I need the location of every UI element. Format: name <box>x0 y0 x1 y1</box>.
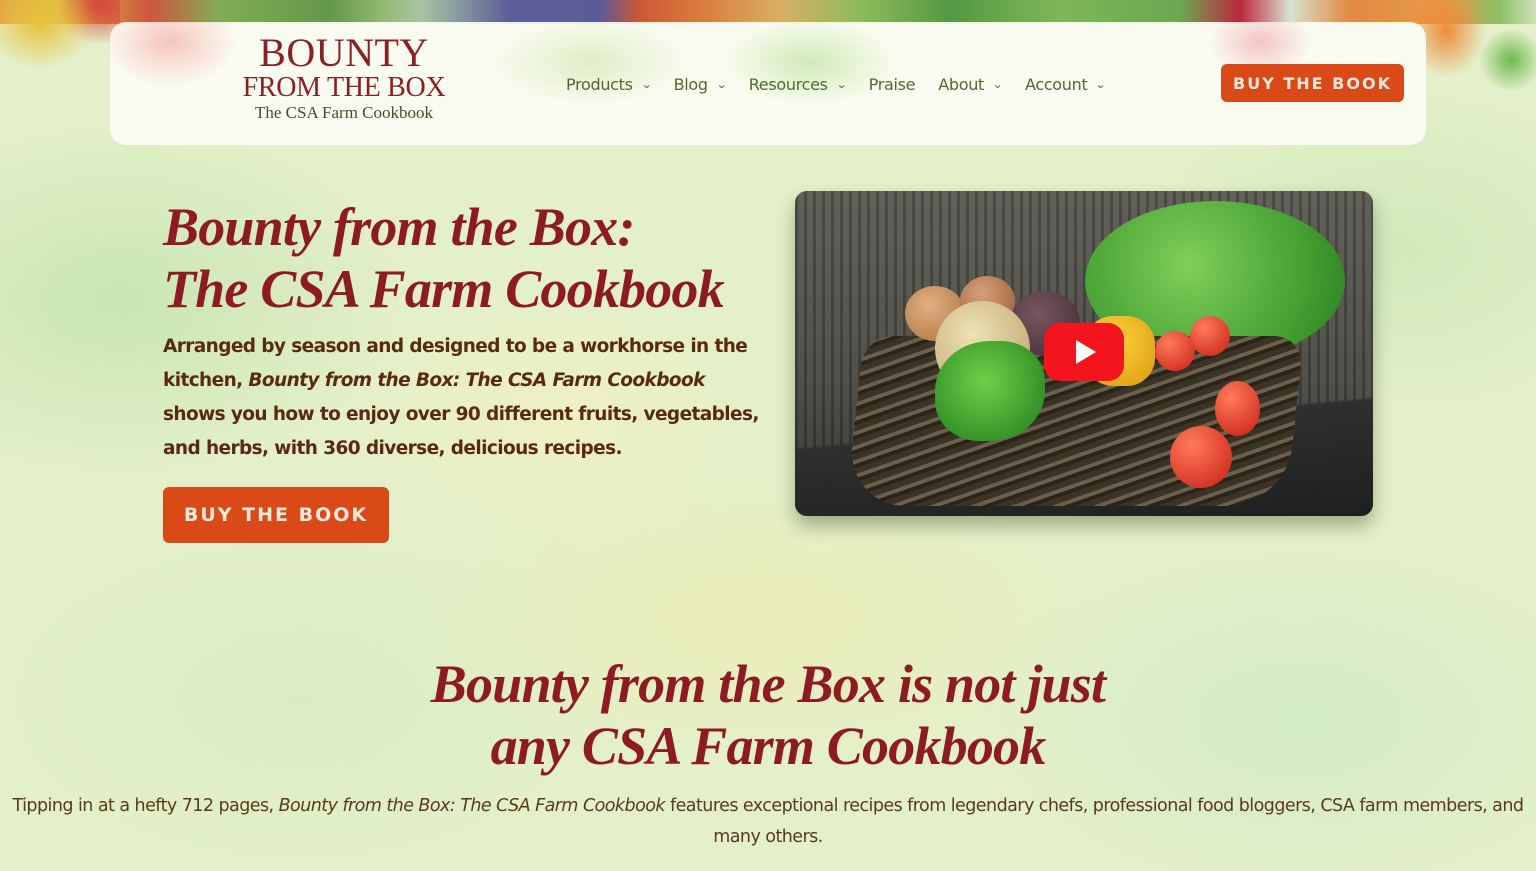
section-text-part1: Tipping in at a hefty 712 pages, <box>12 796 279 816</box>
logo-tagline: The CSA Farm Cookbook <box>254 103 434 122</box>
section-text-book-title: Bounty from the Box: The CSA Farm Cookbo… <box>278 796 666 816</box>
section-title-line1: Bounty from the Box is not just <box>430 654 1106 714</box>
nav-label: Praise <box>868 74 916 94</box>
chevron-down-icon: ⌄ <box>640 77 652 91</box>
nav-item-blog[interactable]: Blog ⌄ <box>673 72 727 96</box>
chevron-down-icon: ⌄ <box>715 77 727 91</box>
nav-item-praise[interactable]: Praise <box>869 72 916 96</box>
youtube-play-icon[interactable] <box>1044 323 1124 381</box>
video-thumbnail-mint <box>935 341 1045 441</box>
section-title-line2: any CSA Farm Cookbook <box>490 716 1047 776</box>
video-thumbnail-tomato <box>1155 331 1195 371</box>
hero-title-line1: Bounty from the Box: <box>163 197 635 257</box>
video-thumbnail-tomato <box>1215 381 1260 436</box>
chevron-down-icon: ⌄ <box>835 77 847 91</box>
video-player[interactable] <box>795 191 1373 516</box>
nav-label: Account <box>1024 74 1088 94</box>
nav-item-products[interactable]: Products ⌄ <box>566 72 652 96</box>
logo-line-from-the-box: FROM THE BOX <box>242 72 446 103</box>
main-nav: Products ⌄ Blog ⌄ Resources ⌄ Praise Abo… <box>566 72 1128 96</box>
decorative-fruit-left <box>0 0 120 80</box>
chevron-down-icon: ⌄ <box>992 77 1003 91</box>
watercolor-banner <box>0 0 1536 24</box>
nav-item-about[interactable]: About ⌄ <box>938 72 1003 96</box>
nav-item-account[interactable]: Account ⌄ <box>1024 72 1107 96</box>
section-description: Tipping in at a hefty 712 pages, Bounty … <box>0 791 1536 853</box>
video-thumbnail-tomato <box>1190 316 1230 356</box>
hero-title: Bounty from the Box: The CSA Farm Cookbo… <box>163 196 763 320</box>
nav-item-resources[interactable]: Resources ⌄ <box>748 72 847 96</box>
play-triangle-icon <box>1076 340 1096 364</box>
section-text-part2: features exceptional recipes from legend… <box>664 796 1524 847</box>
hero-title-line2: The CSA Farm Cookbook <box>163 259 725 319</box>
nav-label: Blog <box>673 74 708 94</box>
hero-text-part2: shows you how to enjoy over 90 different… <box>163 404 759 459</box>
chevron-down-icon: ⌄ <box>1095 77 1107 91</box>
section-title: Bounty from the Box is not just any CSA … <box>0 653 1536 777</box>
hero-description: Arranged by season and designed to be a … <box>163 330 763 466</box>
nav-label: Resources <box>748 74 828 94</box>
hero-text-book-title: Bounty from the Box: The CSA Farm Cookbo… <box>248 370 705 391</box>
site-logo[interactable]: BOUNTY FROM THE BOX The CSA Farm Cookboo… <box>238 33 450 123</box>
logo-line-bounty: BOUNTY <box>259 30 429 75</box>
nav-label: Products <box>566 74 633 94</box>
video-thumbnail-tomato <box>1170 426 1232 488</box>
header-buy-the-book-button[interactable]: BUY THE BOOK <box>1221 64 1404 102</box>
nav-label: About <box>938 74 985 94</box>
hero-buy-the-book-button[interactable]: BUY THE BOOK <box>163 487 389 543</box>
